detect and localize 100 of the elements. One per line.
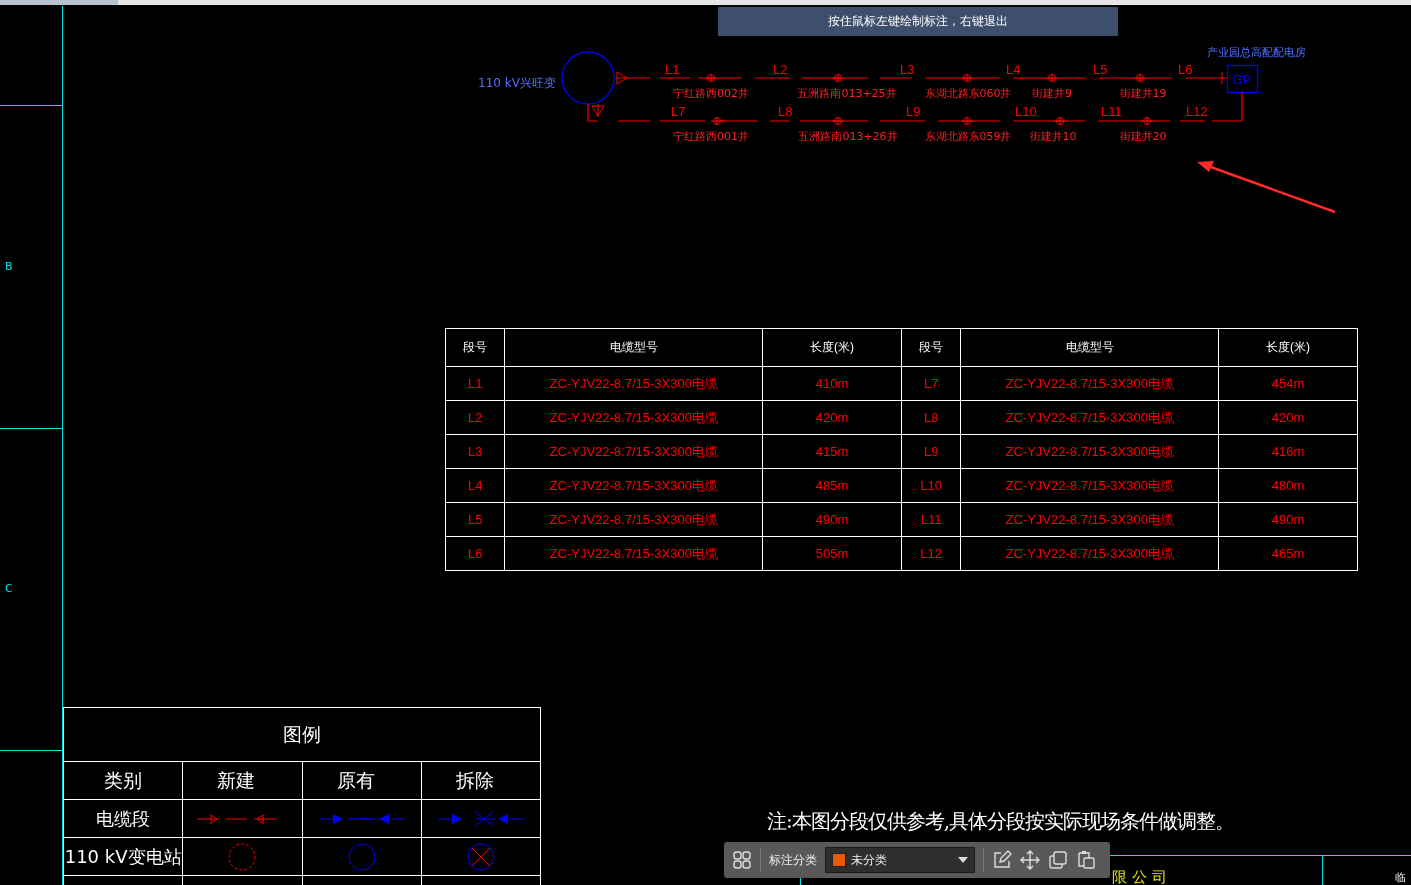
joint-icon	[710, 116, 724, 126]
segment-label: L2	[773, 62, 788, 77]
box-label: GP	[1232, 72, 1252, 87]
table-cell: 420m	[762, 400, 902, 435]
joint-icon	[704, 73, 718, 83]
column-header: 类别	[63, 761, 183, 800]
table-cell: 420m	[1218, 400, 1358, 435]
table-cell: L11	[901, 502, 961, 537]
segment-label: L3	[900, 62, 915, 77]
column-header: 电缆型号	[960, 328, 1219, 367]
edit-icon[interactable]	[992, 850, 1012, 870]
company-name: 限 公 司	[1112, 868, 1167, 885]
segment-label: L12	[1186, 104, 1208, 119]
table-cell: L7	[901, 366, 961, 401]
caret-icon	[958, 857, 968, 863]
table-cell: L6	[445, 536, 505, 571]
table-cell: 410m	[762, 366, 902, 401]
joint-icon	[1045, 73, 1059, 83]
substation-icon	[561, 51, 615, 105]
table-cell: ZC-YJV22-8.7/15-3X300电缆	[504, 434, 763, 469]
table-cell: 480m	[1218, 468, 1358, 503]
table-cell: L8	[901, 400, 961, 435]
joint-label: 街建井19	[1119, 87, 1167, 100]
joint-label: 东湖北路东059井	[924, 130, 1012, 143]
move-icon[interactable]	[1020, 850, 1040, 870]
segment-label: L11	[1101, 104, 1122, 119]
table-cell: 505m	[762, 536, 902, 571]
joint-label: 宁红路西001井	[673, 130, 749, 143]
segment-label: L1	[665, 62, 680, 77]
terminal-icon	[591, 103, 605, 118]
table-cell: ZC-YJV22-8.7/15-3X300电缆	[960, 400, 1219, 435]
joint-icon	[1133, 73, 1147, 83]
hint-banner: 按住鼠标左键绘制标注，右键退出	[718, 7, 1118, 36]
joint-icon	[831, 116, 845, 126]
table-cell: ZC-YJV22-8.7/15-3X300电缆	[960, 502, 1219, 537]
legend-title: 图例	[63, 707, 541, 762]
table-cell: 454m	[1218, 366, 1358, 401]
table-cell: ZC-YJV22-8.7/15-3X300电缆	[960, 366, 1219, 401]
table-cell: ZC-YJV22-8.7/15-3X300电缆	[960, 536, 1219, 571]
table-cell: L9	[901, 434, 961, 469]
column-header: 新建	[182, 761, 302, 800]
copy-icon[interactable]	[1048, 850, 1068, 870]
joint-label: 街建井20	[1119, 130, 1167, 143]
switchgear-box	[1226, 64, 1259, 94]
joint-label: 宁红路西002井	[673, 87, 749, 100]
note-text: 注:本图分段仅供参考,具体分段按实际现场条件做调整。	[767, 808, 1235, 835]
paste-icon[interactable]	[1076, 850, 1096, 870]
segment-label: L4	[1006, 62, 1021, 77]
column-header: 段号	[901, 328, 961, 367]
table-cell: 490m	[1218, 502, 1358, 537]
table-cell: ZC-YJV22-8.7/15-3X300电缆	[960, 434, 1219, 469]
table-cell: 110 kV变电站	[63, 837, 183, 876]
substation-icon	[346, 841, 377, 872]
substation-icon	[465, 841, 496, 872]
joint-icon	[1053, 116, 1067, 126]
joint-label: 街建井9	[1032, 87, 1072, 100]
column-header: 长度(米)	[1218, 328, 1358, 367]
table-cell: 465m	[1218, 536, 1358, 571]
table-cell: L4	[445, 468, 505, 503]
joint-icon	[960, 116, 974, 126]
table-cell: L1	[445, 366, 505, 401]
title-block-text: 临	[1395, 871, 1406, 884]
zone-label: C	[5, 582, 13, 595]
table-cell: ZC-YJV22-8.7/15-3X300电缆	[504, 468, 763, 503]
column-header: 原有	[302, 761, 422, 800]
cable-symbol-icon	[435, 810, 526, 827]
table-cell: 415m	[762, 434, 902, 469]
column-header: 段号	[445, 328, 505, 367]
table-cell: ZC-YJV22-8.7/15-3X300电缆	[504, 400, 763, 435]
table-cell: ZC-YJV22-8.7/15-3X300电缆	[504, 536, 763, 571]
table-cell: 电缆段	[63, 799, 183, 838]
column-header: 电缆型号	[504, 328, 763, 367]
substation-icon	[227, 841, 258, 872]
table-cell: L3	[445, 434, 505, 469]
joint-label: 五洲路南013+26井	[798, 130, 898, 143]
joint-icon	[831, 73, 845, 83]
terminal-icon	[1221, 71, 1228, 85]
segment-label: L10	[1015, 104, 1037, 119]
column-header: 长度(米)	[762, 328, 902, 367]
terminal-icon	[614, 71, 629, 85]
table-cell: L2	[445, 400, 505, 435]
table-cell: ZC-YJV22-8.7/15-3X300电缆	[504, 366, 763, 401]
grid-icon[interactable]	[732, 850, 752, 870]
table-cell: L10	[901, 468, 961, 503]
table-cell: 416m	[1218, 434, 1358, 469]
segment-label: L8	[778, 104, 793, 119]
table-cell: ZC-YJV22-8.7/15-3X300电缆	[960, 468, 1219, 503]
substation-label: 110 kV兴旺变	[478, 76, 556, 90]
table-cell: ZC-YJV22-8.7/15-3X300电缆	[504, 502, 763, 537]
column-header: 拆除	[421, 761, 541, 800]
zone-label: B	[5, 260, 13, 273]
table-cell: 485m	[762, 468, 902, 503]
joint-icon	[1140, 116, 1154, 126]
table-cell: L12	[901, 536, 961, 571]
joint-label: 街建井10	[1029, 130, 1077, 143]
segment-label: L5	[1093, 62, 1108, 77]
joint-label: 东湖北路东060井	[924, 87, 1012, 100]
category-dropdown[interactable]: 未分类	[825, 847, 975, 873]
joint-icon	[960, 73, 974, 83]
toolbar-label: 标注分类	[769, 851, 817, 869]
